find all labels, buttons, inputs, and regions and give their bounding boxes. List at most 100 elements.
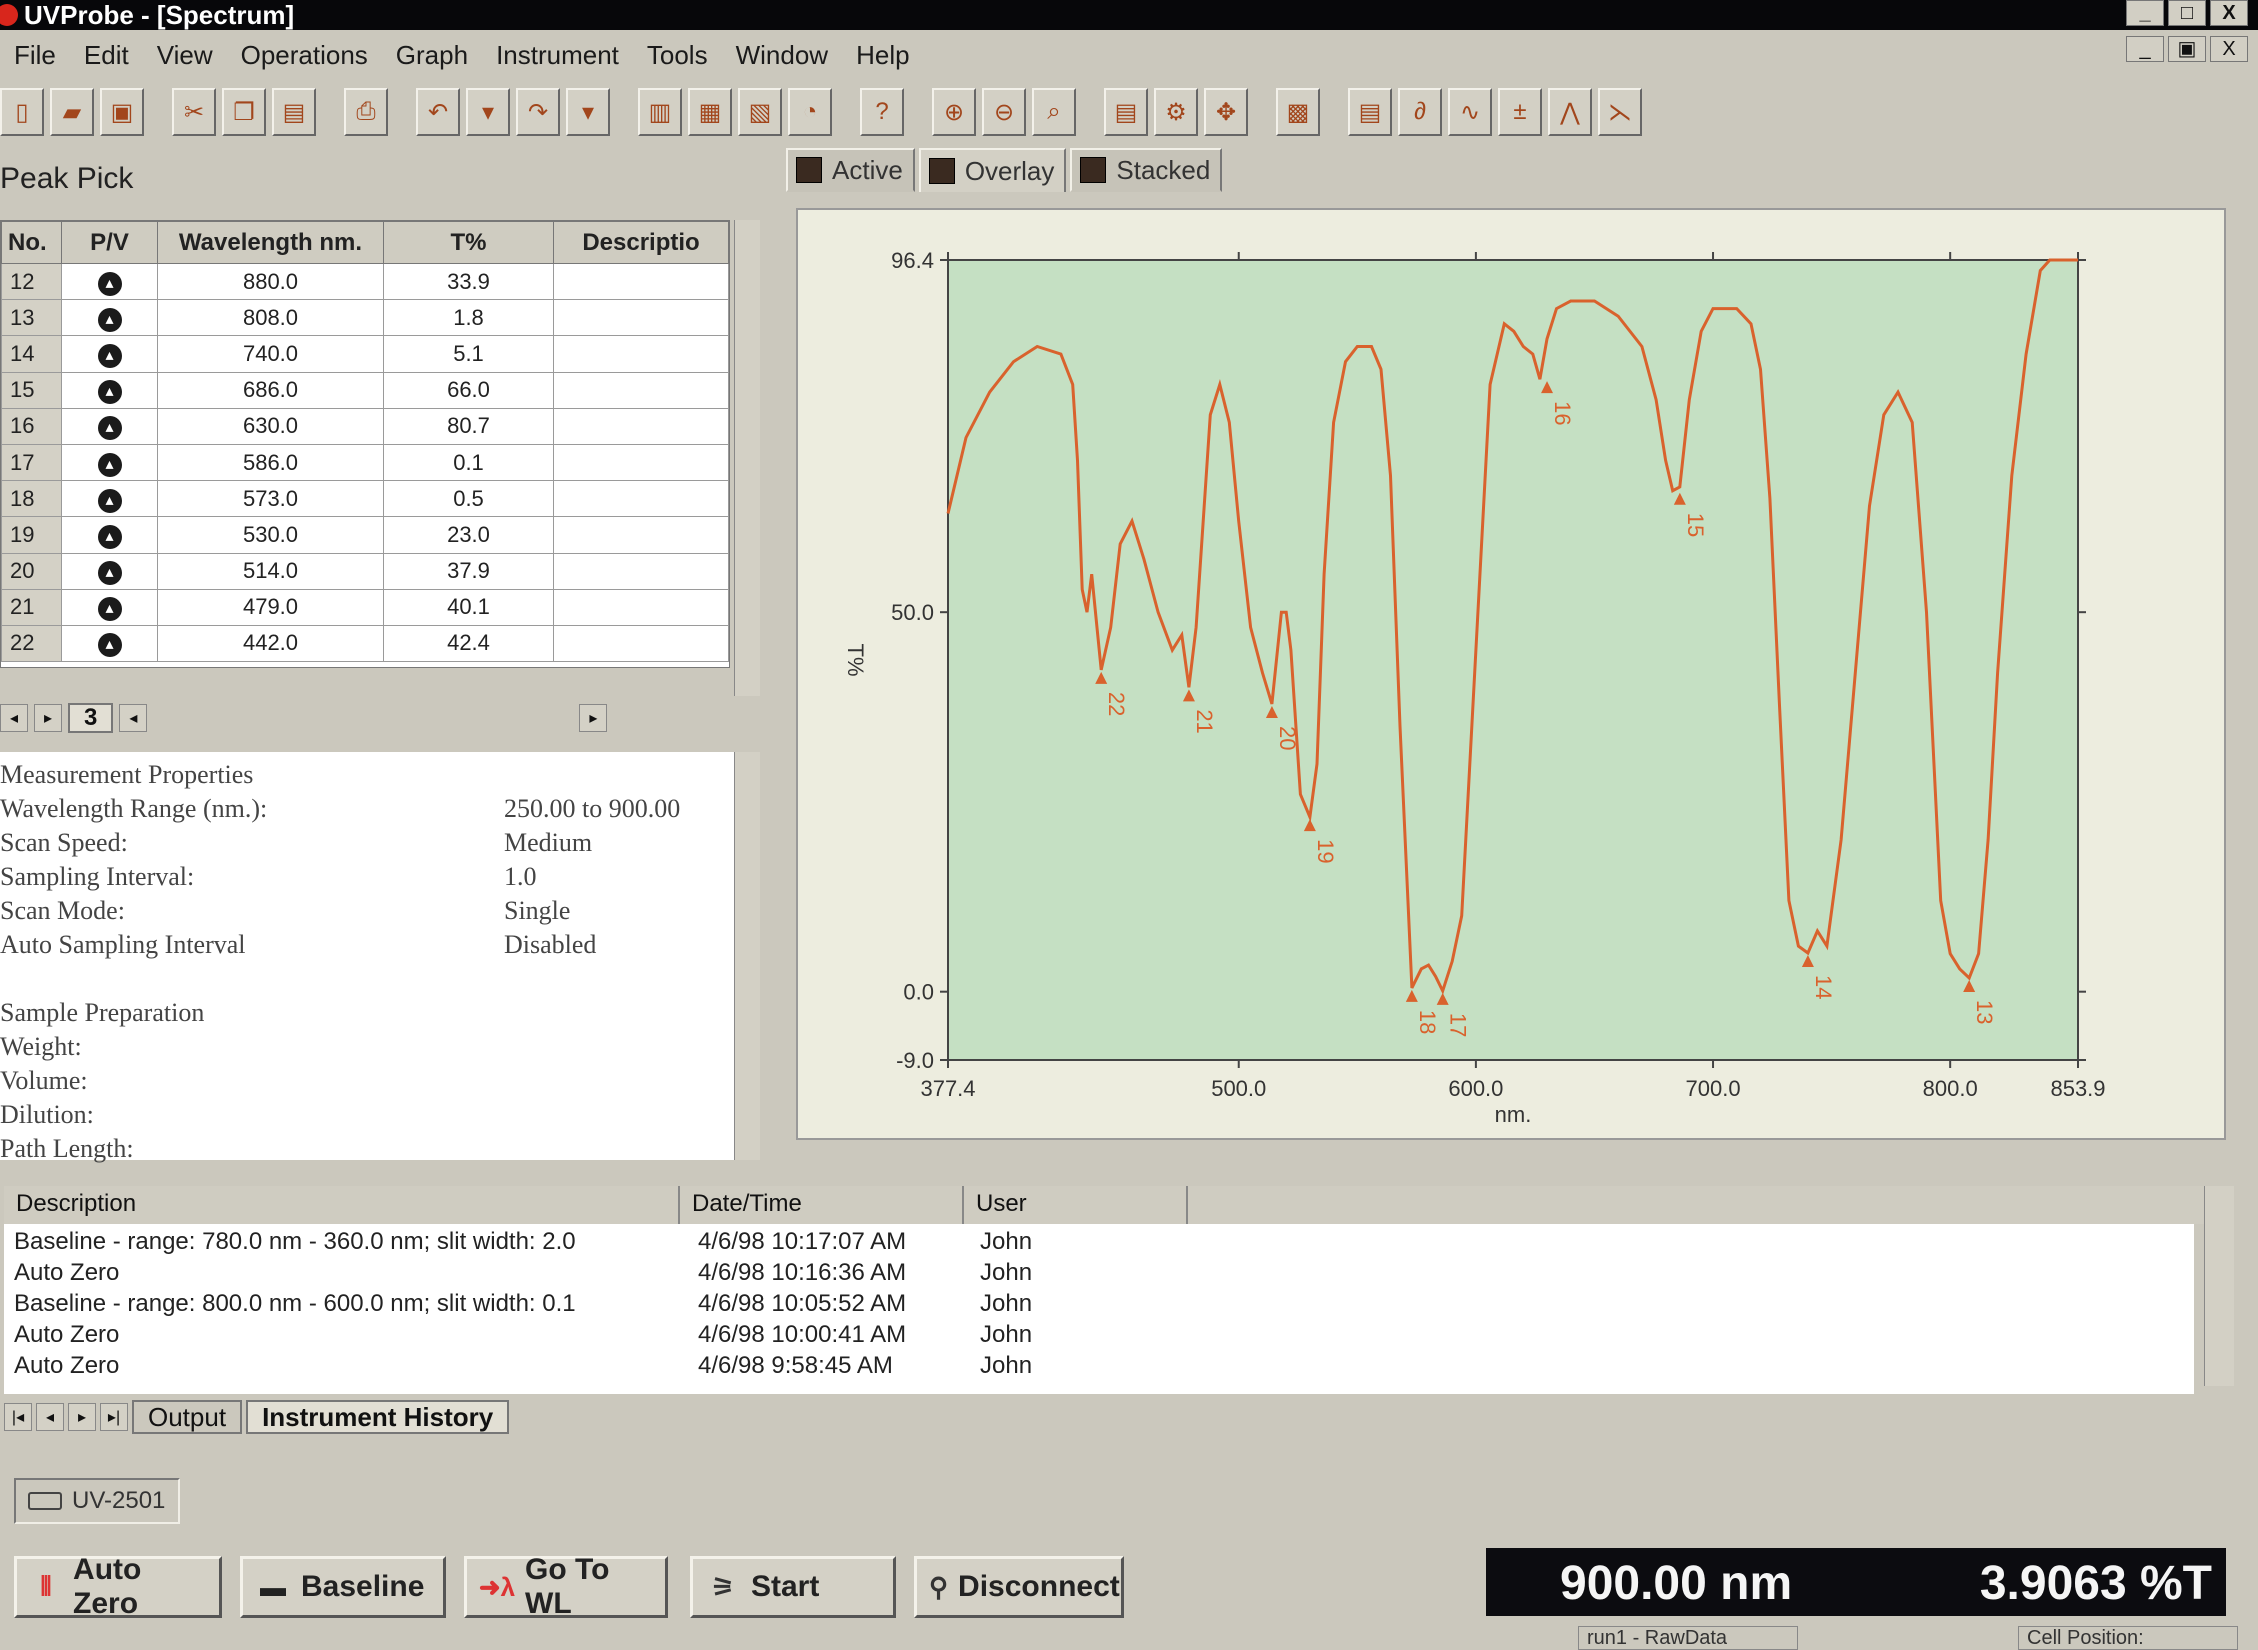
tab-stacked[interactable]: Stacked	[1070, 148, 1223, 192]
print-icon[interactable]: ⎙	[344, 88, 388, 136]
doc-minimize-button[interactable]: _	[2126, 36, 2164, 62]
zoom-reset-icon[interactable]: ⌕	[1032, 88, 1076, 136]
graph-props-icon[interactable]: ▤	[1104, 88, 1148, 136]
sheet-hscroll[interactable]	[153, 704, 573, 732]
data-table-icon[interactable]: ▩	[1276, 88, 1320, 136]
paste-icon[interactable]: ▤	[272, 88, 316, 136]
close-button[interactable]: X	[2210, 0, 2248, 26]
table-row[interactable]: 13 ▴ 808.0 1.8	[1, 299, 729, 337]
minimize-button[interactable]: _	[2126, 0, 2164, 26]
menu-view[interactable]: View	[143, 40, 227, 71]
undo-icon[interactable]: ↶	[416, 88, 460, 136]
col-description[interactable]: Descriptio	[553, 221, 729, 264]
table-row[interactable]: 22 ▴ 442.0 42.4	[1, 624, 729, 663]
tab-overlay[interactable]: Overlay	[918, 148, 1067, 192]
menu-instrument[interactable]: Instrument	[482, 40, 633, 71]
hist-col-datetime[interactable]: Date/Time	[680, 1186, 964, 1224]
col-t-percent[interactable]: T%	[383, 221, 554, 264]
table-row[interactable]: 19 ▴ 530.0 23.0	[1, 516, 729, 554]
table-scrollbar[interactable]	[734, 220, 760, 696]
menu-operations[interactable]: Operations	[227, 40, 382, 71]
context-help-icon[interactable]: ?	[860, 88, 904, 136]
row-description[interactable]	[553, 335, 729, 373]
doc-restore-button[interactable]: ▣	[2168, 36, 2206, 62]
row-description[interactable]	[553, 371, 729, 409]
point-pick-icon[interactable]: ⋋	[1598, 88, 1642, 136]
smoothing-icon[interactable]: ∿	[1448, 88, 1492, 136]
graph-settings-icon[interactable]: ⚙	[1154, 88, 1198, 136]
undo-dropdown-icon[interactable]: ▾	[466, 88, 510, 136]
hist-prev-icon[interactable]: ◂	[36, 1403, 64, 1431]
table-row[interactable]: 16 ▴ 630.0 80.7	[1, 407, 729, 445]
spectrum-chart[interactable]: 96.4 50.0 0.0 -9.0 377.4 500.0 600.0 700.0 800.0…	[798, 210, 2224, 1138]
row-description[interactable]	[553, 407, 729, 445]
row-description[interactable]	[553, 299, 729, 337]
instrument-indicator[interactable]: UV-2501	[14, 1478, 180, 1524]
go-to-wl-button[interactable]: ➜λ Go To WL	[464, 1553, 668, 1620]
col-no[interactable]: No.	[1, 221, 62, 264]
row-description[interactable]	[553, 516, 729, 554]
start-button[interactable]: ⚞ Start	[690, 1556, 896, 1618]
history-row[interactable]: Auto Zero 4/6/98 10:16:36 AM John	[4, 1259, 1204, 1291]
menu-tools[interactable]: Tools	[633, 40, 722, 71]
history-row[interactable]: Baseline - range: 800.0 nm - 600.0 nm; s…	[4, 1290, 1204, 1322]
hist-next-icon[interactable]: ▸	[68, 1403, 96, 1431]
new-file-icon[interactable]: ▯	[0, 88, 44, 136]
spectrum-mode-icon[interactable]: ▥	[638, 88, 682, 136]
next-sheet-icon[interactable]: ▸	[34, 704, 62, 732]
open-folder-icon[interactable]: ▰	[50, 88, 94, 136]
hist-first-icon[interactable]: |◂	[4, 1403, 32, 1431]
save-icon[interactable]: ▣	[100, 88, 144, 136]
history-scrollbar[interactable]	[2204, 1186, 2234, 1386]
zoom-out-icon[interactable]: ⊖	[982, 88, 1026, 136]
auto-zero-button[interactable]: ⦀ Auto Zero	[14, 1553, 222, 1620]
peak-pick-icon[interactable]: ⋀	[1548, 88, 1592, 136]
cursor-icon[interactable]: ✥	[1204, 88, 1248, 136]
table-row[interactable]: 20 ▴ 514.0 37.9	[1, 552, 729, 590]
kinetics-mode-icon[interactable]: ▧	[738, 88, 782, 136]
zoom-in-icon[interactable]: ⊕	[932, 88, 976, 136]
sheet-tab[interactable]: 3	[68, 703, 114, 733]
tab-instrument-history[interactable]: Instrument History	[246, 1400, 510, 1434]
tab-output[interactable]: Output	[132, 1400, 243, 1434]
tab-active[interactable]: Active	[786, 148, 915, 192]
table-row[interactable]: 15 ▴ 686.0 66.0	[1, 371, 729, 409]
row-description[interactable]	[553, 480, 729, 518]
properties-scrollbar[interactable]	[734, 752, 760, 1160]
spectrum-chart-frame[interactable]: 96.4 50.0 0.0 -9.0 377.4 500.0 600.0 700.0 800.0…	[796, 208, 2226, 1140]
row-description[interactable]	[553, 443, 729, 482]
menu-edit[interactable]: Edit	[70, 40, 143, 71]
doc-close-button[interactable]: X	[2210, 36, 2248, 62]
col-wavelength[interactable]: Wavelength nm.	[157, 221, 384, 264]
first-sheet-icon[interactable]: ◂	[0, 704, 28, 732]
disconnect-button[interactable]: ⚲ Disconnect	[914, 1556, 1124, 1618]
row-description[interactable]	[553, 552, 729, 590]
col-pv[interactable]: P/V	[61, 221, 158, 264]
table-row[interactable]: 21 ▴ 479.0 40.1	[1, 588, 729, 626]
hist-col-description[interactable]: Description	[4, 1186, 680, 1224]
table-row[interactable]: 17 ▴ 586.0 0.1	[1, 443, 729, 482]
redo-icon[interactable]: ↷	[516, 88, 560, 136]
arithmetic-icon[interactable]: ±	[1498, 88, 1542, 136]
copy-icon[interactable]: ❐	[222, 88, 266, 136]
table-row[interactable]: 18 ▴ 573.0 0.5	[1, 480, 729, 518]
maximize-button[interactable]: □	[2168, 0, 2206, 26]
hist-last-icon[interactable]: ▸|	[100, 1403, 128, 1431]
table-row[interactable]: 12 ▴ 880.0 33.9	[1, 262, 729, 301]
menu-graph[interactable]: Graph	[382, 40, 482, 71]
menu-help[interactable]: Help	[842, 40, 923, 71]
cut-icon[interactable]: ✂	[172, 88, 216, 136]
report-mode-icon[interactable]: ◔	[788, 88, 832, 136]
hscroll-left-icon[interactable]: ◂	[119, 704, 148, 732]
row-description[interactable]	[553, 624, 729, 663]
baseline-button[interactable]: ▬ Baseline	[240, 1556, 446, 1618]
hist-col-user[interactable]: User	[964, 1186, 1188, 1224]
redo-dropdown-icon[interactable]: ▾	[566, 88, 610, 136]
history-row[interactable]: Baseline - range: 780.0 nm - 360.0 nm; s…	[4, 1228, 1204, 1260]
hscroll-right-icon[interactable]: ▸	[579, 704, 608, 732]
history-row[interactable]: Auto Zero 4/6/98 10:00:41 AM John	[4, 1321, 1204, 1353]
row-description[interactable]	[553, 588, 729, 626]
history-row[interactable]: Auto Zero 4/6/98 9:58:45 AM John	[4, 1352, 1204, 1384]
data-print-icon[interactable]: ▤	[1348, 88, 1392, 136]
photometric-mode-icon[interactable]: ▦	[688, 88, 732, 136]
